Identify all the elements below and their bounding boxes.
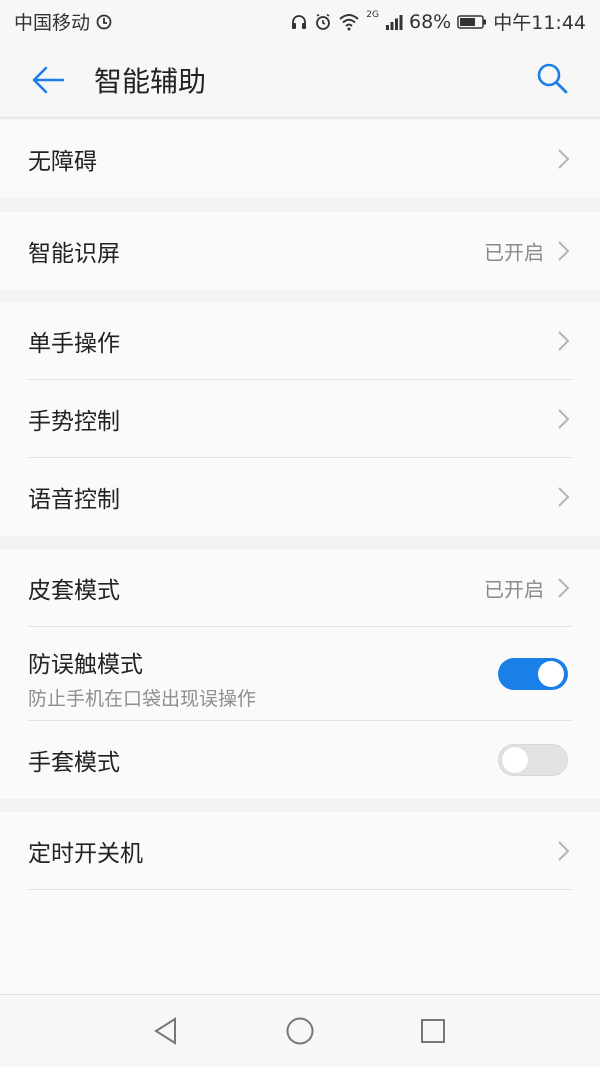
setting-gesture[interactable]: 手势控制 bbox=[0, 380, 600, 458]
group-smart-screen: 智能识屏 已开启 bbox=[0, 212, 600, 290]
cell-signal-icon bbox=[385, 14, 403, 30]
chevron-right-icon bbox=[558, 331, 570, 351]
setting-label: 皮套模式 bbox=[28, 578, 120, 604]
navigation-bar bbox=[0, 994, 600, 1067]
setting-label: 语音控制 bbox=[28, 487, 120, 513]
headset-icon bbox=[290, 13, 308, 31]
status-left: 中国移动 bbox=[14, 8, 112, 35]
screen: 中国移动 2G 68% 中午11:44 智能辅助 无障碍 智能识屏 已开启 单手… bbox=[0, 0, 600, 1067]
home-circle-icon bbox=[286, 1017, 314, 1045]
wifi-icon bbox=[338, 13, 360, 31]
setting-smart-screen[interactable]: 智能识屏 已开启 bbox=[0, 212, 600, 290]
nav-recents-button[interactable] bbox=[413, 1011, 453, 1051]
setting-subtitle: 防止手机在口袋出现误操作 bbox=[28, 688, 257, 710]
setting-value: 已开启 bbox=[484, 577, 544, 602]
setting-one-hand[interactable]: 单手操作 bbox=[0, 302, 600, 380]
battery-percent: 68% bbox=[409, 10, 452, 33]
back-button[interactable] bbox=[28, 60, 68, 100]
search-icon bbox=[537, 63, 568, 94]
chevron-right-icon bbox=[558, 241, 570, 261]
chevron-right-icon bbox=[558, 841, 570, 861]
chevron-right-icon bbox=[558, 409, 570, 429]
setting-cover-mode[interactable]: 皮套模式 已开启 bbox=[0, 549, 600, 627]
carrier-name: 中国移动 bbox=[14, 12, 91, 34]
back-triangle-icon bbox=[154, 1017, 176, 1045]
group-accessibility: 无障碍 bbox=[0, 120, 600, 198]
chevron-right-icon bbox=[558, 149, 570, 169]
setting-label: 手套模式 bbox=[28, 750, 120, 776]
clock: 中午11:44 bbox=[493, 12, 586, 34]
alarm-icon bbox=[314, 13, 332, 31]
setting-label: 防误触模式 bbox=[28, 652, 143, 678]
nav-home-button[interactable] bbox=[280, 1011, 320, 1051]
nav-back-button[interactable] bbox=[146, 1011, 186, 1051]
group-power: 定时开关机 bbox=[0, 812, 600, 1012]
chevron-right-icon bbox=[558, 578, 570, 598]
status-right: 2G 68% 中午11:44 bbox=[290, 8, 586, 35]
status-bar: 中国移动 2G 68% 中午11:44 bbox=[0, 0, 600, 40]
network-badge: 2G bbox=[366, 9, 379, 20]
setting-label: 单手操作 bbox=[28, 331, 120, 357]
toggle-knob bbox=[538, 661, 564, 687]
glove-mode-toggle[interactable] bbox=[498, 744, 568, 776]
setting-pocket-mode[interactable]: 防误触模式 防止手机在口袋出现误操作 bbox=[0, 627, 600, 721]
group-modes: 皮套模式 已开启 防误触模式 防止手机在口袋出现误操作 手套模式 bbox=[0, 549, 600, 799]
group-controls: 单手操作 手势控制 语音控制 bbox=[0, 302, 600, 536]
search-button[interactable] bbox=[532, 58, 572, 98]
setting-label: 智能识屏 bbox=[28, 241, 120, 267]
chevron-right-icon bbox=[558, 487, 570, 507]
setting-value: 已开启 bbox=[484, 240, 544, 265]
battery-icon bbox=[457, 14, 487, 30]
setting-accessibility[interactable]: 无障碍 bbox=[0, 120, 600, 198]
setting-scheduled-power[interactable]: 定时开关机 bbox=[0, 812, 600, 890]
setting-glove-mode[interactable]: 手套模式 bbox=[0, 721, 600, 799]
setting-label: 定时开关机 bbox=[28, 841, 143, 867]
divider bbox=[28, 889, 572, 890]
setting-label: 手势控制 bbox=[28, 409, 120, 435]
carrier-signal-icon bbox=[96, 14, 112, 30]
setting-voice[interactable]: 语音控制 bbox=[0, 458, 600, 536]
setting-label: 无障碍 bbox=[28, 149, 97, 175]
recents-square-icon bbox=[421, 1019, 445, 1043]
app-bar: 智能辅助 bbox=[0, 40, 600, 118]
arrow-left-icon bbox=[32, 66, 65, 94]
pocket-mode-toggle[interactable] bbox=[498, 658, 568, 690]
toggle-knob bbox=[502, 747, 528, 773]
page-title: 智能辅助 bbox=[94, 65, 207, 98]
